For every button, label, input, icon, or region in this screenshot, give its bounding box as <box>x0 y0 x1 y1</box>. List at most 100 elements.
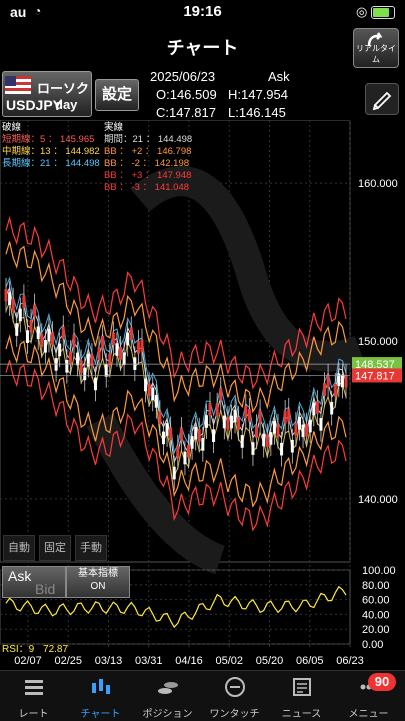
candle-body <box>43 339 47 353</box>
candle-body <box>226 417 230 430</box>
candle-body <box>154 395 158 408</box>
legend-dashed-title: 破線 <box>2 122 22 133</box>
candle-body <box>65 359 69 373</box>
candle-body <box>47 328 51 342</box>
pair-selector-button[interactable]: USDJPY ローソク day <box>2 71 92 117</box>
tab-rate[interactable]: レート <box>0 671 67 721</box>
candle-body <box>8 292 12 305</box>
candle-body <box>269 432 273 445</box>
candle-body <box>251 442 255 455</box>
legend-bb-plus2: BB ： +2 ： 146.798 <box>104 146 192 157</box>
date-tick-label: 02/25 <box>54 655 82 667</box>
candle-body <box>237 417 241 430</box>
rsi-legend: RSI：9 72.87 <box>2 640 68 655</box>
candle-body <box>323 383 327 396</box>
legend-bb-minus2: BB ： -2 ： 142.198 <box>104 158 190 169</box>
date-tick-label: 05/20 <box>256 655 284 667</box>
fixed-scale-button[interactable]: 固定 <box>39 535 71 561</box>
candle-body <box>83 367 87 381</box>
candle-body <box>344 374 348 388</box>
tab-label: メニュー <box>348 709 389 720</box>
battery-icon: ◎ <box>356 4 395 20</box>
candle-body <box>333 383 337 397</box>
candle-body <box>101 335 105 349</box>
candle-body <box>262 433 266 447</box>
title-bar: チャート リアルタイム <box>0 26 405 68</box>
rsi-value: 72.87 <box>43 644 69 655</box>
tab-news[interactable]: ニュース <box>268 671 335 721</box>
candle-body <box>208 402 212 416</box>
auto-scale-button[interactable]: 自動 <box>3 535 35 561</box>
close-value: C:147.817 <box>156 105 216 120</box>
candle-body <box>222 415 226 429</box>
candle-body <box>25 330 29 343</box>
drawing-tool-button[interactable] <box>365 83 399 115</box>
chart-type-label: ローソク <box>37 81 90 96</box>
rsi-tick-label: 0.00 <box>362 639 383 651</box>
candle-body <box>179 428 183 441</box>
legend-solid: 実線 期間：21 ： 144.498 BB ： +2 ： 146.798 BB … <box>104 122 192 194</box>
tab-menu[interactable]: メニュー 90 <box>335 671 402 721</box>
period-label: day <box>55 97 78 112</box>
candle-body <box>187 444 191 458</box>
legend-solid-title: 実線 <box>104 122 124 133</box>
candle-body <box>201 438 205 451</box>
candle-body <box>290 439 294 453</box>
legend-dashed: 破線 短期線：5 ： 145.965 中期線：13 ： 144.982 長期線：… <box>2 122 100 170</box>
bid-label: Bid <box>35 581 56 597</box>
bollinger-band-line <box>5 241 347 414</box>
candle-body <box>215 403 219 417</box>
candle-body <box>169 427 173 441</box>
candle-body <box>140 339 144 353</box>
candle-body <box>212 429 216 442</box>
legend-bb-minus3: BB ： -3 ： 141.048 <box>104 182 190 193</box>
bollinger-band-line <box>5 360 347 532</box>
high-value: H:147.954 <box>228 87 288 102</box>
legend-bb-plus3: BB ： +3 ： 147.948 <box>104 170 192 181</box>
coins-icon <box>158 682 178 694</box>
ask-bid-toggle[interactable]: Ask Bid <box>2 566 66 598</box>
rsi-tick-label: 60.00 <box>362 595 390 607</box>
candle-body <box>308 419 312 433</box>
candle-body <box>79 360 83 374</box>
candle-body <box>15 323 19 336</box>
manual-scale-button[interactable]: 手動 <box>75 535 107 561</box>
rsi-period-label: RSI：9 <box>2 644 35 655</box>
date-tick-label: 06/23 <box>336 655 364 667</box>
ohlc-date: 2025/06/23 <box>150 69 216 84</box>
tab-onetouch[interactable]: ワンタッチ <box>201 671 268 721</box>
candlestick-icon <box>92 679 110 694</box>
status-bar: au ◔ 19:16 ◎ <box>0 0 405 24</box>
candle-body <box>319 418 323 431</box>
candle-body <box>151 387 155 401</box>
date-tick-label: 06/05 <box>296 655 324 667</box>
candle-body <box>176 445 180 459</box>
tab-chart[interactable]: チャート <box>67 671 134 721</box>
notification-badge: 90 <box>368 673 396 691</box>
candle-body <box>287 408 291 422</box>
candle-body <box>247 409 251 422</box>
settings-button[interactable]: 設定 <box>95 79 139 111</box>
price-marker-label: 147.817 <box>355 370 395 382</box>
candle-body <box>36 326 40 340</box>
news-icon <box>293 678 311 696</box>
rsi-tick-label: 20.00 <box>362 624 390 636</box>
candle-body <box>147 383 151 396</box>
candle-body <box>240 435 244 448</box>
candle-body <box>51 332 55 345</box>
ask-label: Ask <box>8 568 32 584</box>
open-value: O:146.509 <box>156 87 217 102</box>
candle-body <box>183 451 187 465</box>
candle-body <box>161 431 165 445</box>
list-icon <box>25 680 43 695</box>
tab-position[interactable]: ポジション <box>134 671 201 721</box>
candle-body <box>93 377 97 391</box>
indicator-toggle-button[interactable]: 基本指標 ON <box>66 566 130 598</box>
candle-body <box>33 304 37 318</box>
page-title: チャート <box>166 38 239 58</box>
realtime-button[interactable]: リアルタイム <box>353 28 399 68</box>
us-flag-icon <box>5 76 31 94</box>
candle-body <box>172 466 176 480</box>
tab-label: レート <box>18 709 49 720</box>
candle-body <box>197 428 201 442</box>
